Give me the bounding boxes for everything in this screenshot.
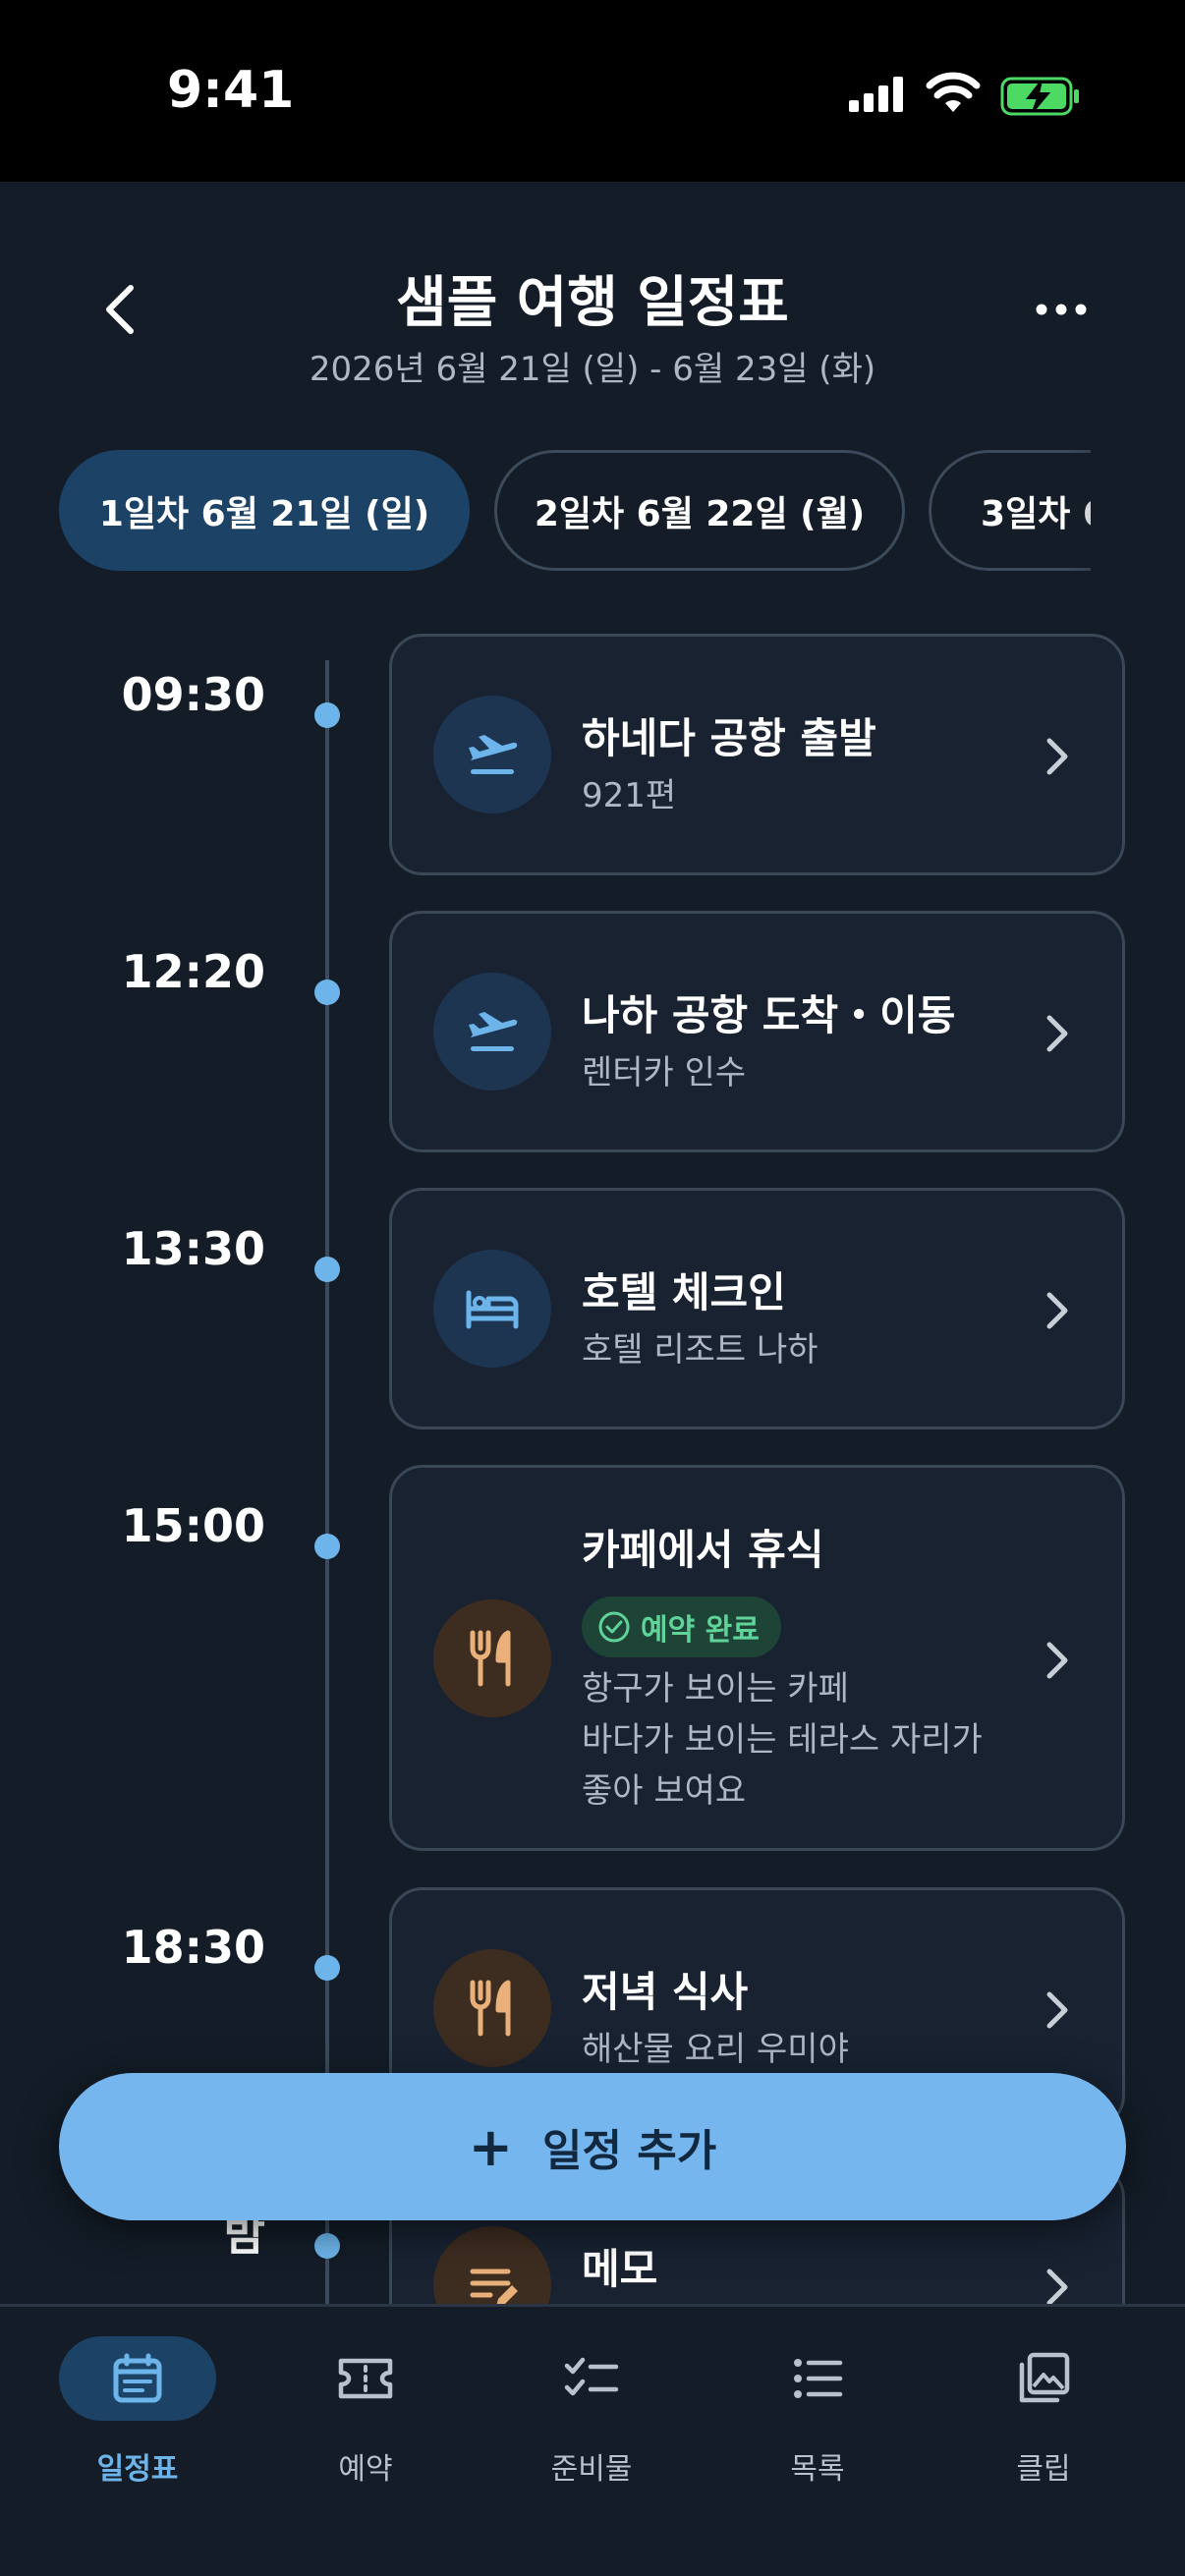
- chevron-right-icon: [1046, 1642, 1068, 1679]
- nav-item-reservations[interactable]: 예약: [267, 2336, 464, 2488]
- fork-knife-icon: [433, 1599, 551, 1717]
- schedule-card[interactable]: 카페에서 휴식 예약 완료 항구가 보이는 카페 바다가 보이는 테라스 자리가…: [389, 1465, 1125, 1851]
- status-time: 9:41: [167, 61, 295, 120]
- tab-day-1[interactable]: 1일차 6월 21일 (일): [59, 450, 470, 571]
- bottom-navigation: 일정표 예약 준비물 목록 클립: [0, 2304, 1185, 2576]
- schedule-title: 메모: [582, 2245, 658, 2293]
- schedule-title: 저녁 식사: [582, 1968, 749, 2016]
- chevron-right-icon: [1046, 2268, 1068, 2306]
- schedule-time: 18:30: [121, 1921, 265, 1974]
- battery-charging-icon: [1000, 77, 1079, 116]
- nav-item-itinerary[interactable]: 일정표: [39, 2336, 236, 2488]
- nav-label: 클립: [1016, 2452, 1071, 2487]
- chevron-right-icon: [1046, 738, 1068, 775]
- schedule-time: 15:00: [121, 1499, 265, 1552]
- schedule-subtitle: 렌터카 인수: [582, 1053, 747, 1092]
- schedule-note: 항구가 보이는 카페 바다가 보이는 테라스 자리가 좋아 보여요: [582, 1663, 983, 1817]
- schedule-card[interactable]: 나하 공항 도착・이동 렌터카 인수: [389, 911, 1125, 1152]
- schedule-title: 호텔 체크인: [582, 1268, 786, 1316]
- schedule-subtitle: 해산물 요리 우미야: [582, 2030, 849, 2069]
- add-schedule-button[interactable]: + 일정 추가: [59, 2073, 1126, 2220]
- schedule-title: 나하 공항 도착・이동: [582, 991, 956, 1039]
- reservation-status-badge: 예약 완료: [582, 1596, 781, 1657]
- itinerary-screen: 9:41 샘플 여행 일정표 2026년 6월 21일 (일) - 6월 23일…: [0, 0, 1185, 2576]
- nav-item-packing[interactable]: 준비물: [493, 2336, 690, 2488]
- schedule-subtitle: 921편: [582, 776, 677, 815]
- nav-label: 예약: [338, 2452, 393, 2487]
- airplane-icon: [433, 696, 551, 813]
- schedule-subtitle: 호텔 리조트 나하: [582, 1330, 818, 1370]
- note-line: 바다가 보이는 테라스 자리가: [582, 1720, 983, 1760]
- tab-day-3[interactable]: 3일차 6: [929, 450, 1091, 571]
- nav-label: 준비물: [550, 2452, 633, 2487]
- schedule-card[interactable]: 하네다 공항 출발 921편: [389, 634, 1125, 875]
- chevron-right-icon: [1046, 1015, 1068, 1052]
- trip-dates: 2026년 6월 21일 (일) - 6월 23일 (화): [309, 350, 876, 389]
- calendar-icon: [113, 2353, 162, 2403]
- nav-item-list[interactable]: 목록: [719, 2336, 916, 2488]
- timeline-dot: [314, 702, 340, 728]
- schedule-title: 하네다 공항 출발: [582, 714, 876, 762]
- schedule-title: 카페에서 휴식: [582, 1526, 824, 1574]
- timeline-dot: [314, 1955, 340, 1981]
- timeline-dot: [314, 1257, 340, 1282]
- tab-day-2[interactable]: 2일차 6월 22일 (월): [494, 450, 905, 571]
- note-line: 항구가 보이는 카페: [582, 1669, 849, 1708]
- checklist-icon: [564, 2357, 619, 2396]
- airplane-icon: [433, 973, 551, 1091]
- schedule-time: 13:30: [121, 1222, 265, 1275]
- fork-knife-icon: [433, 1949, 551, 2067]
- page-title: 샘플 여행 일정표: [396, 271, 789, 335]
- nav-label: 일정표: [96, 2452, 179, 2487]
- timeline-dot: [314, 2233, 340, 2259]
- status-bar: 9:41: [0, 0, 1185, 182]
- timeline-dot: [314, 1534, 340, 1559]
- chevron-right-icon: [1046, 1991, 1068, 2029]
- bed-icon: [433, 1250, 551, 1368]
- wifi-icon: [926, 72, 981, 112]
- note-line: 좋아 보여요: [582, 1771, 747, 1811]
- badge-label: 예약 완료: [641, 1613, 760, 1648]
- day-tabs: 1일차 6월 21일 (일) 2일차 6월 22일 (월) 3일차 6: [0, 450, 1091, 571]
- ticket-icon: [338, 2358, 393, 2399]
- timeline-dot: [314, 980, 340, 1005]
- schedule-card[interactable]: 호텔 체크인 호텔 리조트 나하: [389, 1188, 1125, 1429]
- list-icon: [794, 2359, 843, 2398]
- nav-label: 목록: [790, 2452, 845, 2487]
- cellular-signal-icon: [849, 77, 903, 112]
- header: 샘플 여행 일정표 2026년 6월 21일 (일) - 6월 23일 (화): [0, 182, 1185, 437]
- gallery-icon: [1019, 2352, 1070, 2403]
- schedule-time: 09:30: [121, 668, 265, 721]
- timeline-line: [325, 660, 329, 2311]
- more-options-button[interactable]: [1032, 290, 1091, 329]
- check-circle-icon: [598, 1611, 630, 1643]
- chevron-right-icon: [1046, 1292, 1068, 1329]
- nav-item-clips[interactable]: 클립: [945, 2336, 1142, 2488]
- add-schedule-label: 일정 추가: [542, 2126, 717, 2176]
- plus-icon: +: [468, 2115, 513, 2178]
- schedule-time: 12:20: [121, 945, 265, 998]
